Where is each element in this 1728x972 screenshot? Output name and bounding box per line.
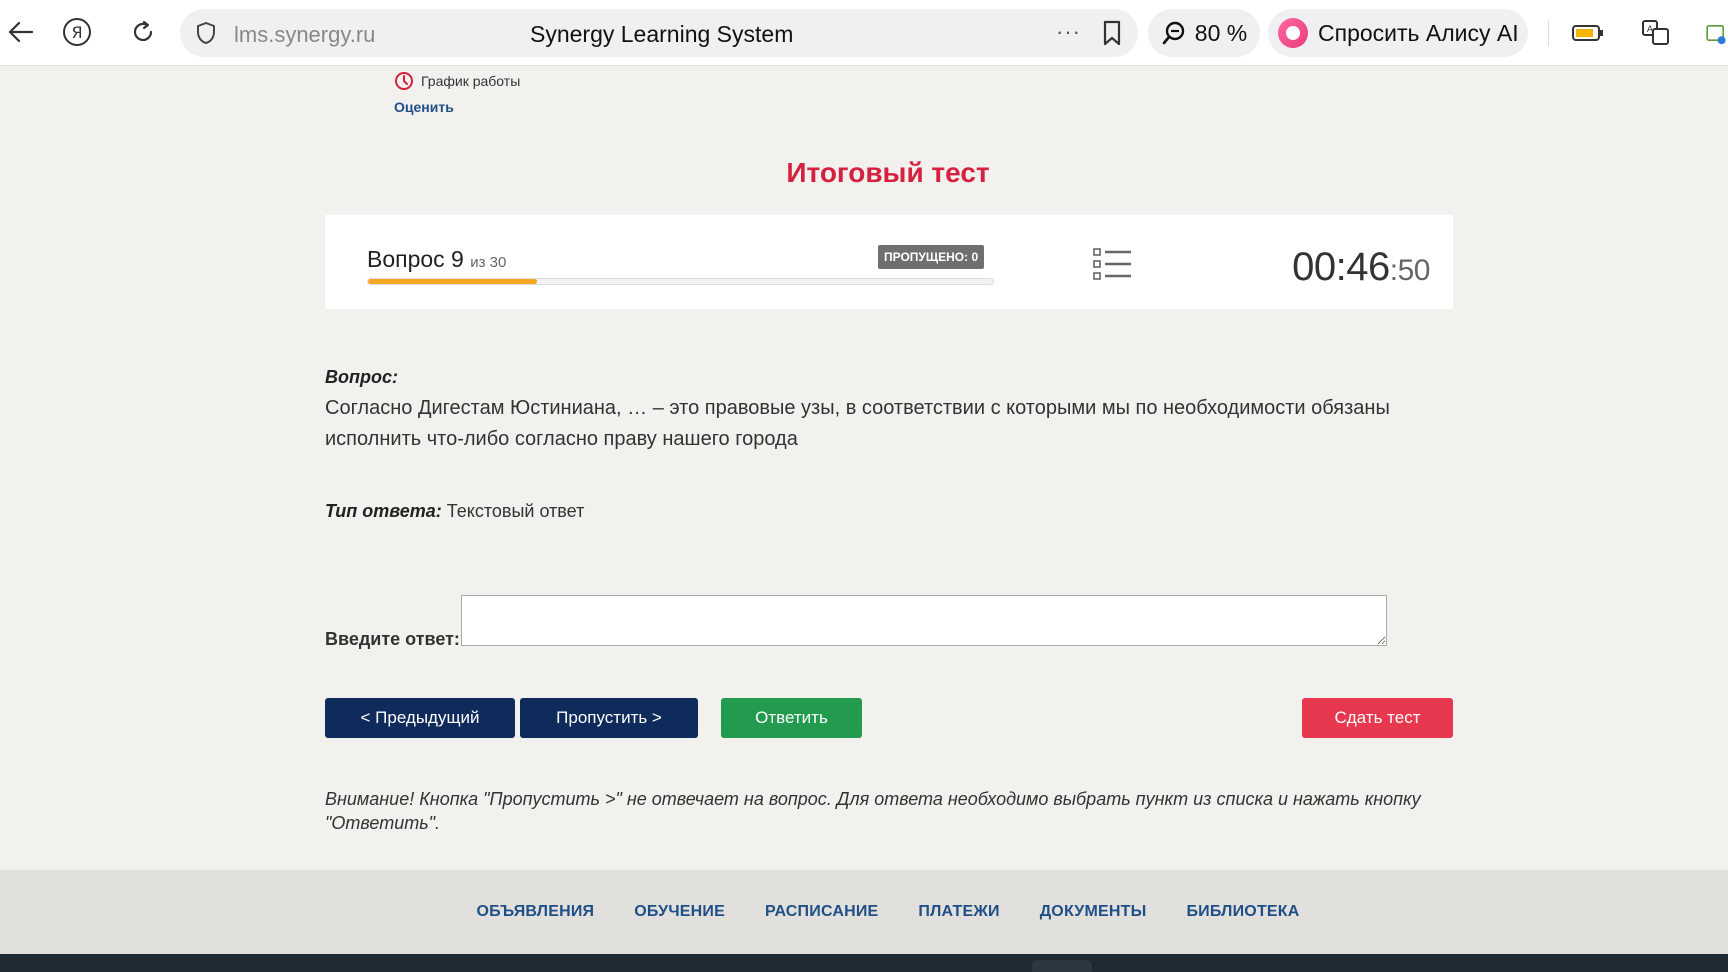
footer-link-schedule[interactable]: РАСПИСАНИЕ — [765, 903, 878, 921]
scroll-up-tab[interactable] — [1032, 960, 1092, 972]
magnifier-icon — [1162, 21, 1184, 45]
question-text: Согласно Дигестам Юстиниана, … – это пра… — [325, 397, 1390, 450]
footer-nav: ОБЪЯВЛЕНИЯ ОБУЧЕНИЕ РАСПИСАНИЕ ПЛАТЕЖИ Д… — [0, 870, 1728, 954]
ask-alice-label: Спросить Алису AI — [1318, 19, 1519, 46]
footer-link-learning[interactable]: ОБУЧЕНИЕ — [634, 903, 725, 921]
address-bar[interactable]: lms.synergy.ru Synergy Learning System ·… — [180, 9, 1138, 57]
question-total: из 30 — [470, 254, 507, 271]
extension-icon[interactable] — [1704, 17, 1728, 49]
footer-link-library[interactable]: БИБЛИОТЕКА — [1186, 903, 1299, 921]
previous-button[interactable]: < Предыдущий — [325, 698, 515, 738]
timer-seconds: :50 — [1389, 254, 1431, 287]
zoom-control[interactable]: 80 % — [1148, 9, 1260, 57]
translate-icon[interactable]: A — [1640, 17, 1672, 49]
page-title: Итоговый тест — [786, 157, 990, 188]
countdown-timer: 00:46:50 — [1292, 245, 1430, 290]
answer-type-label: Тип ответа: — [325, 501, 442, 521]
reload-icon[interactable] — [123, 12, 163, 52]
footer-link-payments[interactable]: ПЛАТЕЖИ — [918, 903, 999, 921]
address-url[interactable]: lms.synergy.ru — [234, 22, 375, 48]
yandex-logo-icon[interactable]: Я — [57, 12, 97, 52]
toolbar-divider — [1548, 20, 1549, 46]
answer-label: Введите ответ: — [325, 629, 460, 649]
page-tab-title: Synergy Learning System — [530, 21, 794, 47]
warning-note: Внимание! Кнопка "Пропустить >" не отвеч… — [325, 789, 1421, 833]
question-list-icon[interactable] — [1093, 246, 1133, 282]
battery-icon[interactable] — [1572, 17, 1604, 49]
clock-icon — [395, 72, 413, 90]
ask-alice-button[interactable]: Спросить Алису AI — [1268, 9, 1528, 57]
skipped-badge: ПРОПУЩЕНО: 0 — [878, 245, 985, 269]
back-arrow-icon[interactable] — [0, 12, 40, 52]
schedule-label[interactable]: График работы — [421, 73, 520, 89]
answer-type: Тип ответа: Текстовый ответ — [325, 501, 584, 522]
progress-bar — [367, 278, 994, 285]
question-heading: Вопрос: — [325, 367, 398, 387]
progress-card: Вопрос 9 из 30 ПРОПУЩЕНО: 0 00:46:50 — [325, 215, 1453, 309]
browser-toolbar: Я lms.synergy.ru Synergy Learning System… — [0, 0, 1728, 66]
skip-button[interactable]: Пропустить > — [520, 698, 698, 738]
footer-link-announcements[interactable]: ОБЪЯВЛЕНИЯ — [476, 903, 594, 921]
page-bottom-bar — [0, 954, 1728, 972]
footer-link-documents[interactable]: ДОКУМЕНТЫ — [1040, 903, 1147, 921]
more-options-icon[interactable]: ··· — [1056, 19, 1081, 45]
svg-text:A: A — [1647, 25, 1654, 35]
answer-input[interactable] — [461, 595, 1387, 646]
zoom-level: 80 % — [1194, 19, 1248, 46]
answer-type-value: Текстовый ответ — [446, 501, 585, 521]
svg-text:Я: Я — [71, 23, 82, 42]
timer-minutes: 00:46 — [1292, 245, 1390, 289]
question-number: Вопрос 9 — [367, 246, 464, 272]
alice-icon — [1278, 18, 1308, 48]
bookmark-icon[interactable] — [1100, 20, 1126, 46]
schedule-row[interactable]: График работы — [394, 71, 520, 91]
answer-button[interactable]: Ответить — [721, 698, 862, 738]
finish-test-button[interactable]: Сдать тест — [1302, 698, 1453, 738]
shield-icon[interactable] — [194, 21, 218, 45]
progress-fill — [368, 279, 537, 284]
rate-link[interactable]: Оценить — [394, 99, 454, 115]
question-counter: Вопрос 9 из 30 — [367, 246, 506, 273]
